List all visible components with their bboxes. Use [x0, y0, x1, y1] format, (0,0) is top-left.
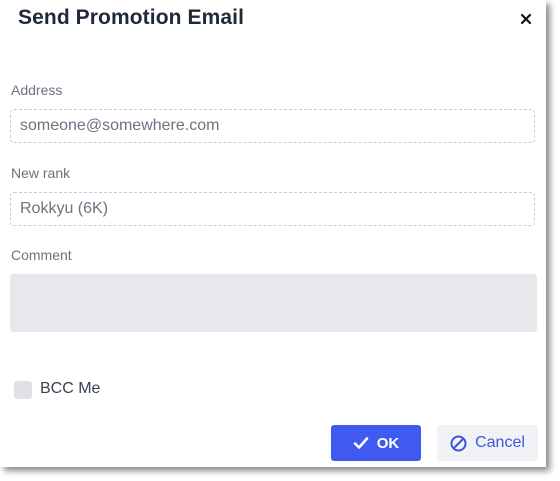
bcc-me-checkbox[interactable] — [14, 381, 32, 399]
comment-label: Comment — [11, 247, 72, 263]
cancel-button-label: Cancel — [475, 434, 525, 451]
ok-button-label: OK — [376, 434, 400, 452]
check-icon — [353, 436, 369, 450]
bcc-me-label[interactable]: BCC Me — [40, 380, 100, 398]
address-input[interactable] — [10, 109, 535, 143]
dialog-title: Send Promotion Email — [18, 6, 245, 29]
cancel-icon — [450, 435, 467, 452]
address-label: Address — [11, 82, 63, 98]
ok-button[interactable]: OK — [331, 425, 421, 461]
new-rank-input[interactable] — [10, 192, 535, 226]
close-icon[interactable] — [518, 11, 534, 27]
new-rank-label: New rank — [11, 165, 71, 181]
send-promotion-email-dialog: Send Promotion Email Address New rank Co… — [0, 0, 546, 467]
comment-textarea[interactable] — [10, 274, 537, 332]
cancel-button[interactable]: Cancel — [437, 425, 538, 461]
